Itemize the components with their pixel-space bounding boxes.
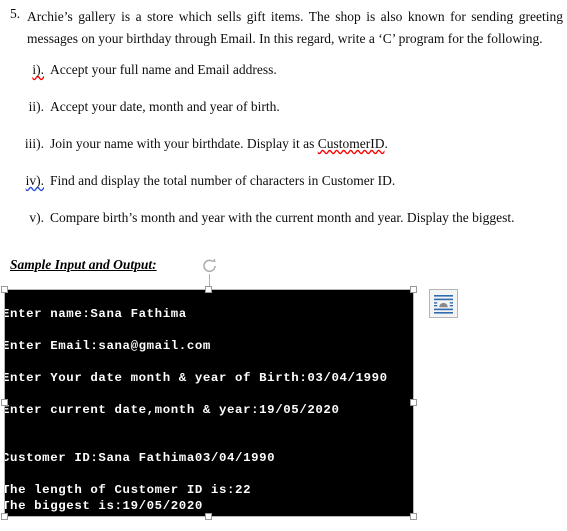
sub-item-iv-marker: iv). xyxy=(25,173,44,188)
sub-item-ii: ii). Accept your date, month and year of … xyxy=(0,99,560,115)
sub-item-ii-marker: ii). xyxy=(28,99,44,114)
sub-item-iv-text: Find and display the total number of cha… xyxy=(50,173,396,188)
selection-handle-top-right[interactable] xyxy=(410,286,417,293)
selection-handle-bottom-left[interactable] xyxy=(1,513,8,520)
rotate-handle-icon[interactable] xyxy=(201,257,219,275)
sub-item-v-text: Compare birth’s month and year with the … xyxy=(50,210,515,225)
selection-handle-middle-right[interactable] xyxy=(410,399,417,406)
question-text: Archie’s gallery is a store which sells … xyxy=(27,9,563,46)
selection-handle-bottom-center[interactable] xyxy=(205,513,212,520)
console-output-image[interactable]: Enter name:Sana Fathima Enter Email:sana… xyxy=(5,290,413,516)
selected-image-object[interactable]: Enter name:Sana Fathima Enter Email:sana… xyxy=(1,258,417,520)
selection-handle-top-center[interactable] xyxy=(205,286,212,293)
layout-options-button[interactable] xyxy=(429,289,458,318)
selection-handle-top-left[interactable] xyxy=(1,286,8,293)
sub-item-iii-text: Join your name with your birthdate. Disp… xyxy=(50,136,318,151)
misspelled-word-customerid: CustomerID xyxy=(317,136,385,151)
sub-item-iii-marker: iii). xyxy=(24,136,44,151)
sub-item-i: i). Accept your full name and Email addre… xyxy=(0,62,560,78)
console-output-text: Enter name:Sana Fathima Enter Email:sana… xyxy=(5,307,388,514)
document-page: 5. Archie’s gallery is a store which sel… xyxy=(0,0,567,531)
sub-item-iv: iv). Find and display the total number of… xyxy=(0,173,560,189)
sub-item-i-marker: i). xyxy=(32,62,44,77)
sub-item-v: v). Compare birth’s month and year with t… xyxy=(0,210,560,226)
sub-item-iii: iii). Join your name with your birthdate.… xyxy=(0,136,560,152)
section-heading-sample-io: Sample Input and Output: xyxy=(10,257,157,272)
sub-item-iii-text-end: . xyxy=(384,136,388,151)
sub-item-i-text: Accept your full name and Email address. xyxy=(50,62,277,77)
sub-item-v-marker: v). xyxy=(29,210,44,225)
sub-item-ii-text: Accept your date, month and year of birt… xyxy=(50,99,280,114)
selection-handle-bottom-right[interactable] xyxy=(410,513,417,520)
question-number: 5. xyxy=(10,6,21,21)
layout-options-icon xyxy=(434,295,453,314)
selection-handle-middle-left[interactable] xyxy=(1,399,8,406)
